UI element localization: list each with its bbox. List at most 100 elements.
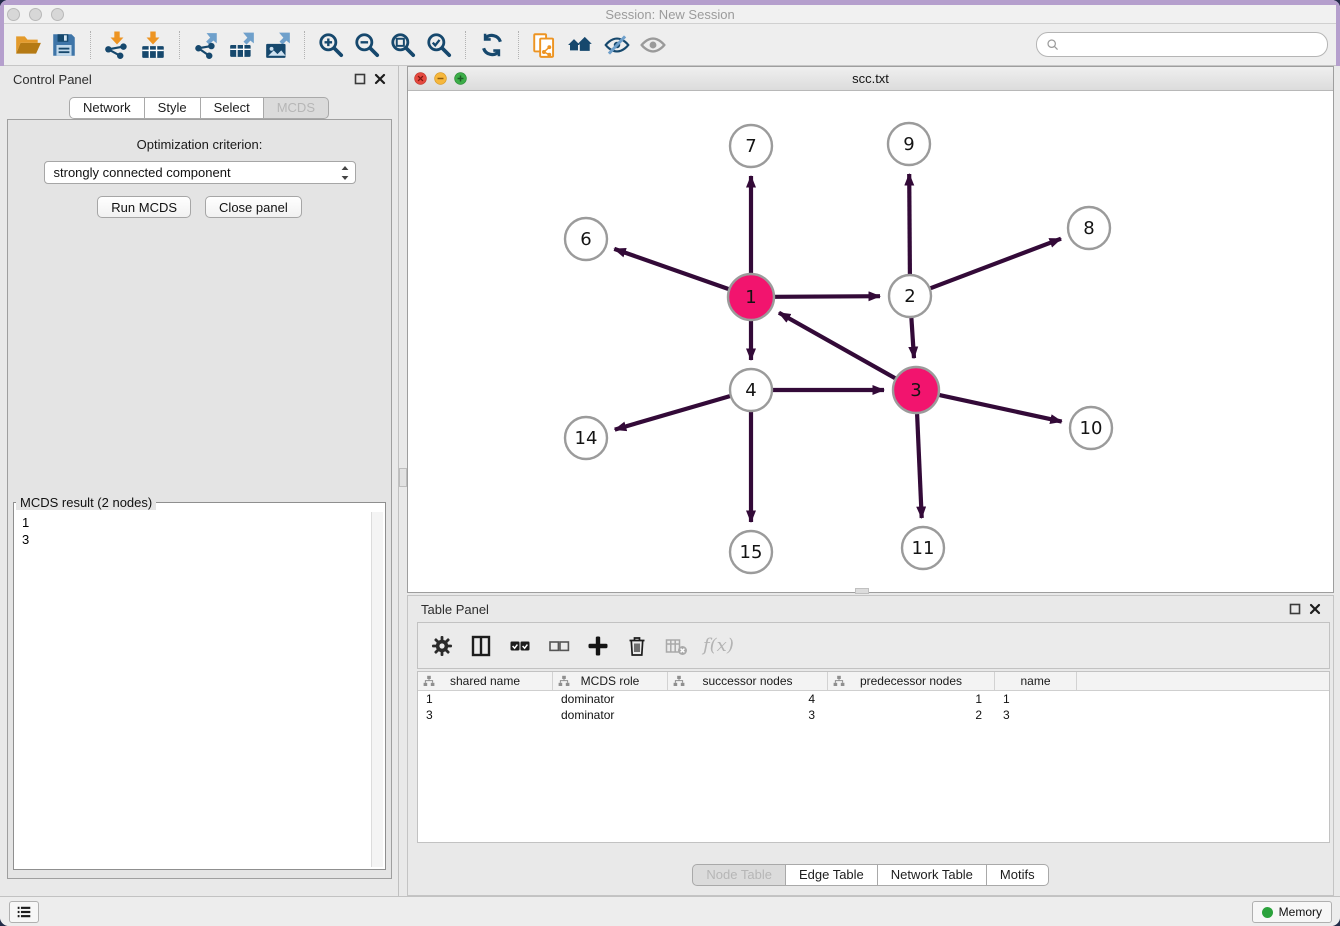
deselect-all-columns-button[interactable] bbox=[544, 631, 574, 661]
graph-edge-3-11[interactable] bbox=[917, 414, 922, 518]
table-settings-button[interactable] bbox=[427, 631, 457, 661]
close-control-panel-icon[interactable] bbox=[374, 73, 386, 85]
graph-node-9[interactable]: 9 bbox=[888, 123, 930, 165]
graph-node-7[interactable]: 7 bbox=[730, 125, 772, 167]
criterion-select[interactable]: strongly connected component bbox=[44, 161, 356, 184]
graph-edge-2-8[interactable] bbox=[931, 239, 1061, 289]
graph-node-2[interactable]: 2 bbox=[889, 275, 931, 317]
graph-edge-1-2[interactable] bbox=[775, 296, 880, 297]
save-session-button[interactable] bbox=[48, 29, 80, 61]
graph-node-8[interactable]: 8 bbox=[1068, 207, 1110, 249]
table-row[interactable]: 3dominator323 bbox=[418, 707, 1329, 723]
network-canvas[interactable]: 7 9 6 8 1 2 4 3 14 10 15 11 bbox=[408, 91, 1333, 592]
column-header-name[interactable]: name bbox=[995, 672, 1077, 690]
home-button[interactable] bbox=[565, 29, 597, 61]
table-cell[interactable]: 3 bbox=[668, 707, 828, 723]
result-scrollbar[interactable] bbox=[371, 512, 383, 867]
tab-style[interactable]: Style bbox=[145, 97, 201, 119]
delete-column-button[interactable] bbox=[622, 631, 652, 661]
mcds-result-text[interactable]: 13 bbox=[16, 512, 370, 867]
tab-node-table[interactable]: Node Table bbox=[692, 864, 786, 886]
graph-node-1[interactable]: 1 bbox=[728, 274, 774, 320]
import-table-button[interactable] bbox=[137, 29, 169, 61]
mcds-result-box: MCDS result (2 nodes) 13 bbox=[13, 495, 386, 870]
run-mcds-button[interactable]: Run MCDS bbox=[97, 196, 191, 218]
memory-button[interactable]: Memory bbox=[1252, 901, 1332, 923]
open-session-button[interactable] bbox=[12, 29, 44, 61]
window-accent-right bbox=[1336, 0, 1340, 66]
hide-panels-button[interactable] bbox=[601, 29, 633, 61]
network-close-button[interactable] bbox=[414, 72, 427, 85]
float-panel-icon[interactable] bbox=[354, 73, 366, 85]
copy-network-icon bbox=[531, 31, 559, 59]
column-header-successor-nodes[interactable]: successor nodes bbox=[668, 672, 828, 690]
tab-select[interactable]: Select bbox=[201, 97, 264, 119]
graph-edge-2-3[interactable] bbox=[911, 318, 914, 358]
graph-edge-3-10[interactable] bbox=[940, 395, 1062, 422]
status-list-button[interactable] bbox=[9, 901, 39, 923]
gray-eye-icon bbox=[639, 31, 667, 59]
column-header-MCDS-role[interactable]: MCDS role bbox=[553, 672, 668, 690]
zoom-fit-button[interactable] bbox=[387, 29, 419, 61]
graph-node-6[interactable]: 6 bbox=[565, 218, 607, 260]
toggle-columns-button[interactable] bbox=[466, 631, 496, 661]
tab-network[interactable]: Network bbox=[69, 97, 145, 119]
graph-edge-1-6[interactable] bbox=[614, 249, 728, 289]
deselect-all-icon bbox=[547, 634, 571, 658]
network-window-titlebar[interactable]: scc.txt bbox=[408, 67, 1333, 91]
zoom-out-button[interactable] bbox=[351, 29, 383, 61]
add-column-button[interactable] bbox=[583, 631, 613, 661]
table-cell[interactable]: dominator bbox=[553, 691, 668, 707]
status-bar: Memory bbox=[0, 896, 1340, 926]
refresh-button[interactable] bbox=[476, 29, 508, 61]
graph-node-3[interactable]: 3 bbox=[893, 367, 939, 413]
table-cell[interactable]: 2 bbox=[828, 707, 995, 723]
table-cell[interactable]: 1 bbox=[828, 691, 995, 707]
graph-edge-2-9[interactable] bbox=[909, 174, 910, 274]
tab-edge-table[interactable]: Edge Table bbox=[786, 864, 878, 886]
graph-node-14[interactable]: 14 bbox=[565, 417, 607, 459]
table-cell[interactable]: 1 bbox=[418, 691, 553, 707]
network-zoom-button[interactable] bbox=[454, 72, 467, 85]
graph-node-15[interactable]: 15 bbox=[730, 531, 772, 573]
table-cell[interactable]: dominator bbox=[553, 707, 668, 723]
graph-edge-4-14[interactable] bbox=[615, 396, 730, 430]
tab-mcds[interactable]: MCDS bbox=[264, 97, 329, 119]
search-box[interactable] bbox=[1036, 32, 1328, 57]
close-panel-button[interactable]: Close panel bbox=[205, 196, 302, 218]
function-builder-button[interactable]: f(x) bbox=[700, 631, 730, 661]
zoom-selected-button[interactable] bbox=[423, 29, 455, 61]
network-minimize-button[interactable] bbox=[434, 72, 447, 85]
optimization-criterion-label: Optimization criterion: bbox=[8, 137, 391, 152]
tab-motifs[interactable]: Motifs bbox=[987, 864, 1049, 886]
column-header-shared-name[interactable]: shared name bbox=[418, 672, 553, 690]
close-table-panel-icon[interactable] bbox=[1309, 603, 1321, 615]
column-header-label: predecessor nodes bbox=[860, 674, 962, 688]
tab-network-table[interactable]: Network Table bbox=[878, 864, 987, 886]
table-cell[interactable]: 3 bbox=[418, 707, 553, 723]
clone-network-button[interactable] bbox=[529, 29, 561, 61]
graph-node-4[interactable]: 4 bbox=[730, 369, 772, 411]
panel-splitter-handle[interactable] bbox=[399, 468, 407, 487]
float-table-panel-icon[interactable] bbox=[1289, 603, 1301, 615]
graph-node-10[interactable]: 10 bbox=[1070, 407, 1112, 449]
graph-node-11[interactable]: 11 bbox=[902, 527, 944, 569]
table-cell[interactable]: 4 bbox=[668, 691, 828, 707]
title-bar[interactable]: Session: New Session bbox=[0, 5, 1340, 24]
table-cell[interactable]: 1 bbox=[995, 691, 1077, 707]
zoom-in-button[interactable] bbox=[315, 29, 347, 61]
table-panel-tabs: Node TableEdge TableNetwork TableMotifs bbox=[408, 864, 1333, 887]
column-header-predecessor-nodes[interactable]: predecessor nodes bbox=[828, 672, 995, 690]
import-network-button[interactable] bbox=[101, 29, 133, 61]
export-table-button[interactable] bbox=[226, 29, 258, 61]
table-row[interactable]: 1dominator411 bbox=[418, 691, 1329, 707]
export-image-button[interactable] bbox=[262, 29, 294, 61]
show-panels-button[interactable] bbox=[637, 29, 669, 61]
select-all-columns-button[interactable] bbox=[505, 631, 535, 661]
search-input[interactable] bbox=[1060, 35, 1327, 55]
canvas-splitter-handle[interactable] bbox=[855, 588, 869, 594]
export-network-button[interactable] bbox=[190, 29, 222, 61]
table-cell[interactable]: 3 bbox=[995, 707, 1077, 723]
graph-edge-3-1[interactable] bbox=[779, 313, 895, 379]
delete-table-button[interactable] bbox=[661, 631, 691, 661]
